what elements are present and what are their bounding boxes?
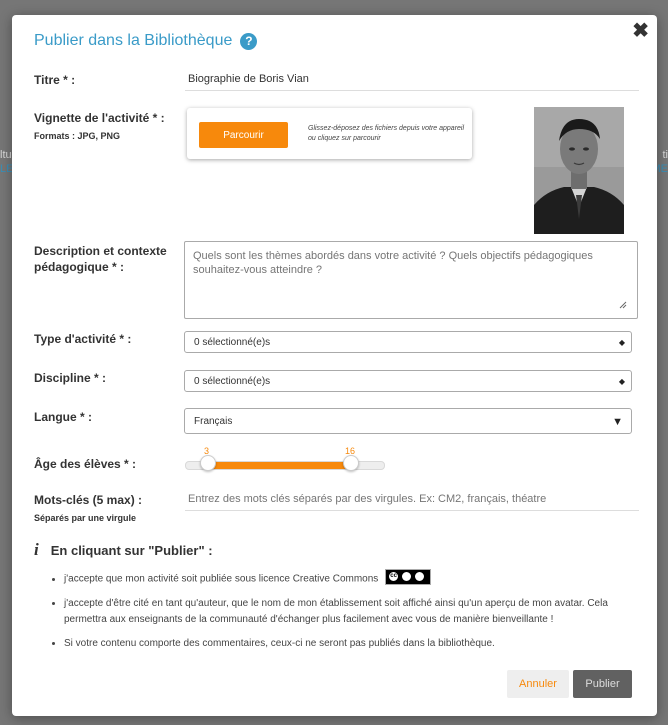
browse-button[interactable]: Parcourir bbox=[199, 122, 288, 148]
resize-grip-icon[interactable] bbox=[619, 301, 627, 309]
thumbnail-formats: Formats : JPG, PNG bbox=[34, 131, 121, 141]
age-max-handle[interactable] bbox=[343, 455, 359, 471]
thumbnail-dropzone[interactable]: Parcourir Glissez-déposez des fichiers d… bbox=[187, 108, 472, 159]
description-textarea[interactable] bbox=[184, 241, 638, 319]
discipline-label: Discipline * : bbox=[34, 371, 107, 385]
title-label: Titre * : bbox=[34, 73, 76, 87]
activity-type-label: Type d'activité * : bbox=[34, 332, 132, 346]
modal-title: Publier dans la Bibliothèque ? bbox=[34, 32, 258, 50]
notice-item: j'accepte d'être cité en tant qu'auteur,… bbox=[64, 596, 642, 628]
age-min-handle[interactable] bbox=[200, 455, 216, 471]
cancel-button[interactable]: Annuler bbox=[507, 670, 569, 698]
language-select[interactable]: Français ▼ bbox=[184, 408, 632, 434]
keywords-sublabel: Séparés par une virgule bbox=[34, 513, 137, 523]
age-label: Âge des élèves * : bbox=[34, 457, 137, 471]
publish-modal: ✖ Publier dans la Bibliothèque ? Titre *… bbox=[12, 15, 657, 716]
close-icon[interactable]: ✖ bbox=[632, 21, 649, 41]
age-slider-range bbox=[208, 462, 351, 469]
activity-type-select[interactable]: 0 sélectionné(e)s ◆ bbox=[184, 331, 632, 353]
keywords-input[interactable] bbox=[185, 488, 639, 511]
language-value: Français bbox=[194, 416, 233, 427]
notice-item-text: j'accepte que mon activité soit publiée … bbox=[64, 573, 379, 585]
thumbnail-label: Vignette de l'activité * : bbox=[34, 111, 165, 125]
info-icon: i bbox=[34, 540, 39, 559]
notice-item: Si votre contenu comporte des commentair… bbox=[64, 636, 642, 652]
thumbnail-preview bbox=[534, 107, 624, 234]
keywords-label: Mots-clés (5 max) : bbox=[34, 493, 143, 507]
chevron-down-icon: ▼ bbox=[612, 416, 623, 428]
drop-hint: Glissez-déposez des fichiers depuis votr… bbox=[308, 125, 465, 142]
discipline-value: 0 sélectionné(e)s bbox=[194, 376, 271, 387]
discipline-select[interactable]: 0 sélectionné(e)s ◆ bbox=[184, 370, 632, 392]
notice-item: j'accepte que mon activité soit publiée … bbox=[64, 569, 642, 588]
sort-arrows-icon: ◆ bbox=[618, 338, 625, 347]
sort-arrows-icon: ◆ bbox=[618, 377, 625, 386]
modal-title-text: Publier dans la Bibliothèque bbox=[34, 32, 233, 49]
question-circle-icon[interactable]: ? bbox=[240, 32, 258, 50]
creative-commons-badge-icon[interactable]: cc bbox=[385, 569, 432, 585]
portrait-image bbox=[534, 107, 624, 234]
language-label: Langue * : bbox=[34, 410, 93, 424]
title-input[interactable] bbox=[185, 68, 639, 91]
notice-title-text: En cliquant sur "Publier" : bbox=[50, 542, 213, 558]
notice-title: i En cliquant sur "Publier" : bbox=[34, 540, 213, 560]
notice-list: j'accepte que mon activité soit publiée … bbox=[52, 569, 642, 660]
activity-type-value: 0 sélectionné(e)s bbox=[194, 337, 271, 348]
publish-button[interactable]: Publier bbox=[573, 670, 632, 698]
description-label: Description et contexte pédagogique * : bbox=[34, 244, 167, 274]
